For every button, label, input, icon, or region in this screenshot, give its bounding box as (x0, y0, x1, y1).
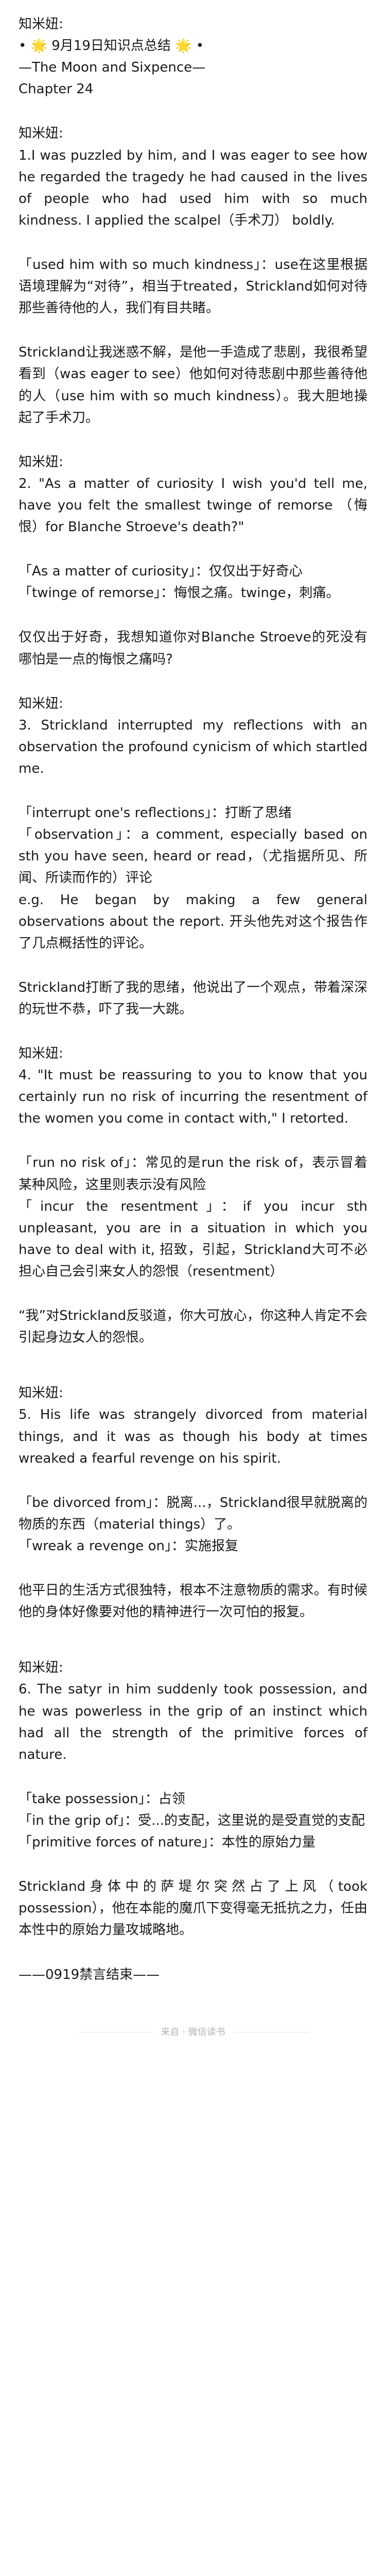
section-translation: 仅仅出于好奇，我想知道你对Blanche Stroeve的死没有哪怕是一点的悔恨… (19, 630, 367, 667)
section-author: 知米妞: (19, 1660, 63, 1676)
section-3: 知米妞: 3. Strickland interrupted my reflec… (19, 693, 367, 1020)
section-notes: 「be divorced from」：脱离...，Strickland很早就脱离… (19, 1495, 367, 1554)
section-sentence: 1.I was puzzled by him, and I was eager … (19, 147, 367, 228)
section-notes: 「used him with so much kindness」：use在这里根… (19, 257, 367, 316)
section-sentence: 3. Strickland interrupted my reflections… (19, 717, 367, 776)
section-notes: 「take possession」：占领 「in the grip of」：受.… (19, 1791, 365, 1851)
article-body: 知米妞: • 🌟 9月19日知识点总结 🌟 • —The Moon and Si… (0, 0, 386, 1986)
header-author: 知米妞: (19, 16, 63, 32)
header-subtitle: —The Moon and Sixpence— (19, 60, 206, 76)
section-sentence: 5. His life was strangely divorced from … (19, 1407, 367, 1466)
section-translation: Strickland身体中的萨堤尔突然占了上风（took possession）… (19, 1879, 367, 1938)
footer: 来自 · 微信读书 (0, 1986, 386, 2068)
section-4: 知米妞: 4. "It must be reassuring to you to… (19, 1043, 367, 1348)
section-translation: Strickland打断了我的思绪，他说出了一个观点，带着深深的玩世不恭，吓了我… (19, 979, 367, 1017)
section-author: 知米妞: (19, 126, 63, 142)
section-5: 知米妞: 5. His life was strangely divorced … (19, 1382, 367, 1623)
header-title: • 🌟 9月19日知识点总结 🌟 • (19, 38, 204, 54)
ending-note: ——0919禁言结束—— (19, 1967, 160, 1982)
section-sentence: 4. "It must be reassuring to you to know… (19, 1067, 367, 1127)
section-2: 知米妞: 2. "As a matter of curiosity I wish… (19, 451, 367, 670)
section-translation: Strickland让我迷惑不解，是他一手造成了悲剧，我很希望看到（was ea… (19, 345, 367, 426)
section-translation: “我”对Strickland反驳道，你大可放心，你这种人肯定不会引起身边女人的怨… (19, 1308, 367, 1346)
section-author: 知米妞: (19, 1046, 63, 1062)
section-sentence: 6. The satyr in him suddenly took posses… (19, 1682, 367, 1762)
section-notes: 「interrupt one's reflections」：打断了思绪 「obs… (19, 805, 367, 951)
section-1: 知米妞: 1.I was puzzled by him, and I was e… (19, 123, 367, 428)
section-notes: 「As a matter of curiosity」：仅仅出于好奇心 「twin… (19, 564, 340, 601)
section-6: 知米妞: 6. The satyr in him suddenly took p… (19, 1657, 367, 1941)
section-notes: 「run no risk of」：常见的是run the risk of，表示冒… (19, 1155, 367, 1280)
section-sentence: 2. "As a matter of curiosity I wish you'… (19, 476, 367, 535)
section-author: 知米妞: (19, 696, 63, 711)
section-author: 知米妞: (19, 1385, 63, 1401)
footer-label: 来自 · 微信读书 (0, 2025, 386, 2038)
header-chapter: Chapter 24 (19, 81, 94, 97)
section-author: 知米妞: (19, 454, 63, 470)
section-translation: 他平日的生活方式很独特，根本不注意物质的需求。有时候他的身体好像要对他的精神进行… (19, 1583, 367, 1620)
footer-label-text: 来自 · 微信读书 (153, 2026, 233, 2038)
